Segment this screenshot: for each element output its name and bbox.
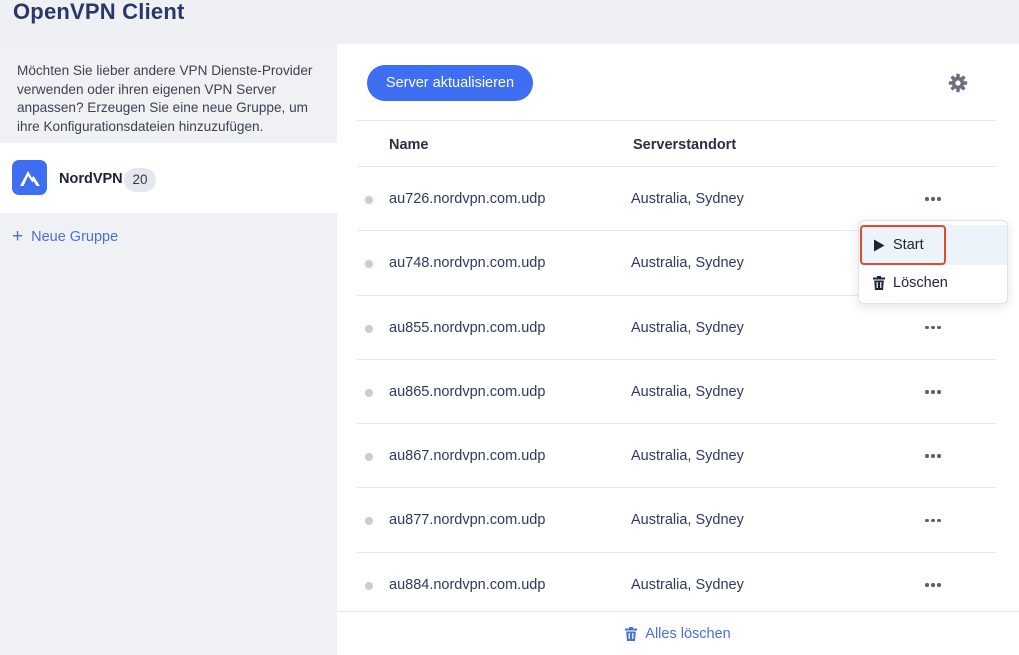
server-name: au865.nordvpn.com.udp bbox=[389, 383, 546, 400]
main-panel: Server aktualisieren Name Serverstandort… bbox=[337, 44, 1019, 655]
nordvpn-logo bbox=[12, 160, 47, 195]
server-name: au884.nordvpn.com.udp bbox=[389, 576, 546, 593]
server-location: Australia, Sydney bbox=[631, 319, 744, 336]
server-name: au748.nordvpn.com.udp bbox=[389, 255, 546, 272]
server-location: Australia, Sydney bbox=[631, 383, 744, 400]
table-row[interactable]: au865.nordvpn.com.udp Australia, Sydney bbox=[357, 358, 996, 423]
menu-item-delete-label: Löschen bbox=[893, 275, 948, 291]
more-icon[interactable] bbox=[920, 575, 946, 595]
new-group-label: Neue Gruppe bbox=[31, 229, 119, 245]
table-row[interactable]: au855.nordvpn.com.udp Australia, Sydney bbox=[357, 294, 996, 359]
new-group-button[interactable]: + Neue Gruppe bbox=[12, 226, 119, 247]
group-item-nordvpn[interactable]: NordVPN 20 bbox=[0, 143, 337, 213]
refresh-servers-button[interactable]: Server aktualisieren bbox=[367, 65, 533, 101]
menu-item-start[interactable]: Start bbox=[860, 225, 1007, 265]
more-icon[interactable] bbox=[920, 189, 946, 209]
plus-icon: + bbox=[12, 226, 24, 247]
highlight-box bbox=[860, 225, 946, 265]
row-context-menu: Start Löschen bbox=[858, 220, 1008, 304]
server-location: Australia, Sydney bbox=[631, 512, 744, 529]
status-dot bbox=[365, 453, 373, 462]
delete-all-button[interactable]: Alles löschen bbox=[337, 611, 1019, 655]
more-icon[interactable] bbox=[920, 446, 946, 466]
status-dot bbox=[365, 388, 373, 397]
status-dot bbox=[365, 517, 373, 526]
table-row[interactable]: au867.nordvpn.com.udp Australia, Sydney bbox=[357, 423, 996, 487]
more-icon[interactable] bbox=[920, 510, 946, 530]
more-icon[interactable] bbox=[920, 318, 946, 338]
status-dot bbox=[365, 260, 373, 269]
sidebar: Möchten Sie lieber andere VPN Dienste-Pr… bbox=[0, 44, 337, 655]
app-title: OpenVPN Client bbox=[13, 0, 185, 24]
delete-all-label: Alles löschen bbox=[645, 625, 731, 642]
server-name: au855.nordvpn.com.udp bbox=[389, 319, 546, 336]
server-name: au726.nordvpn.com.udp bbox=[389, 191, 546, 207]
column-header-name: Name bbox=[389, 137, 429, 153]
table-row[interactable]: au877.nordvpn.com.udp Australia, Sydney bbox=[357, 487, 996, 551]
status-dot bbox=[365, 196, 373, 204]
menu-item-delete[interactable]: Löschen bbox=[860, 263, 1007, 303]
column-header-location: Serverstandort bbox=[633, 137, 737, 153]
table-row[interactable]: au884.nordvpn.com.udp Australia, Sydney bbox=[357, 551, 996, 616]
trash-icon bbox=[625, 626, 638, 641]
server-name: au867.nordvpn.com.udp bbox=[389, 448, 546, 465]
table-divider bbox=[357, 120, 996, 121]
group-count-badge: 20 bbox=[124, 168, 156, 192]
sidebar-hint: Möchten Sie lieber andere VPN Dienste-Pr… bbox=[17, 63, 313, 134]
server-location: Australia, Sydney bbox=[631, 255, 744, 272]
more-icon[interactable] bbox=[920, 382, 946, 402]
status-dot bbox=[365, 581, 373, 590]
gear-icon[interactable] bbox=[948, 73, 968, 93]
server-name: au877.nordvpn.com.udp bbox=[389, 512, 546, 529]
trash-icon bbox=[873, 276, 887, 290]
status-dot bbox=[365, 324, 373, 333]
server-location: Australia, Sydney bbox=[631, 448, 744, 465]
group-name: NordVPN bbox=[59, 171, 123, 187]
server-location: Australia, Sydney bbox=[631, 191, 744, 207]
server-location: Australia, Sydney bbox=[631, 576, 744, 593]
